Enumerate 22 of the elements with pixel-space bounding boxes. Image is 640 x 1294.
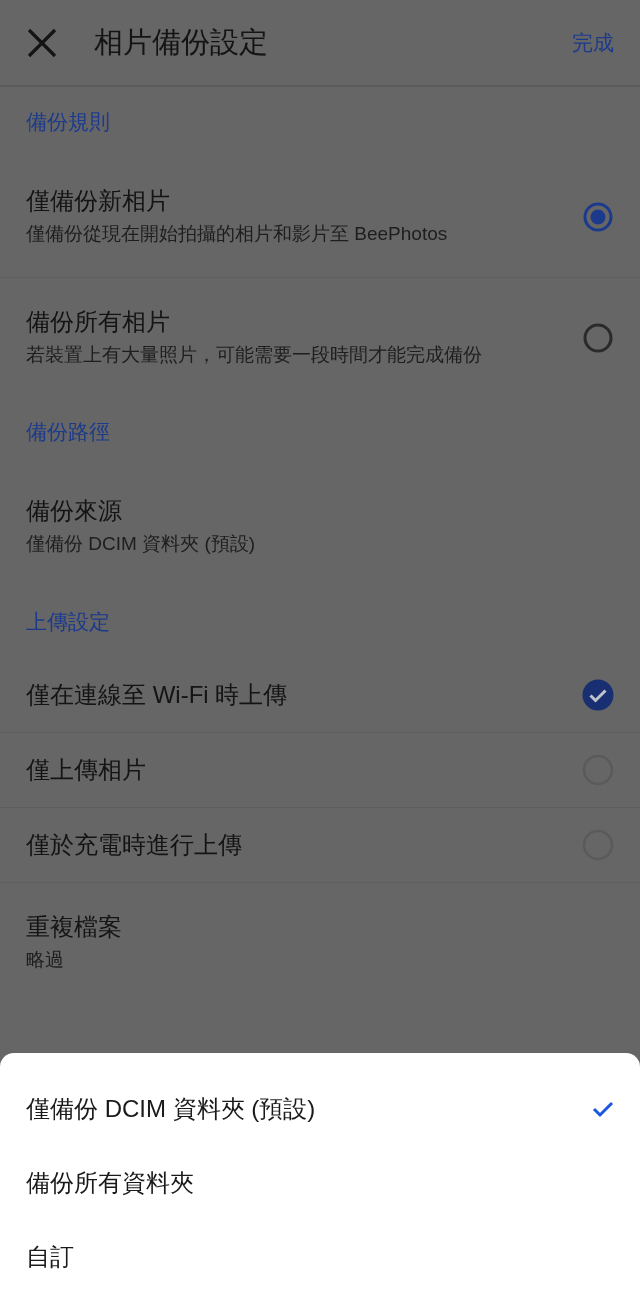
setting-title: 僅於充電時進行上傳 (26, 830, 242, 861)
section-header: 備份規則 (25, 109, 111, 136)
setting-description: 僅備份從現在開始拍攝的相片和影片至 BeePhotos (26, 222, 448, 247)
radio-button[interactable] (582, 321, 614, 354)
section-header: 備份路徑 (25, 419, 111, 446)
setting-title: 僅在連線至 Wi-Fi 時上傳 (26, 679, 288, 710)
setting-description: 僅備份 DCIM 資料夾 (預設) (26, 532, 256, 557)
setting-title: 備份來源 (26, 496, 123, 527)
section-header: 上傳設定 (25, 609, 111, 636)
setting-title: 僅上傳相片 (26, 755, 146, 786)
setting-description: 略過 (26, 947, 65, 972)
sheet-option[interactable]: 僅備份 DCIM 資料夾 (預設) (0, 1072, 640, 1146)
checkbox[interactable] (582, 678, 614, 711)
setting-title: 僅備份新相片 (26, 186, 171, 217)
sheet-option[interactable]: 自訂 (0, 1220, 640, 1294)
screen-title: 相片備份設定 (94, 24, 268, 60)
sheet-option[interactable]: 備份所有資料夾 (0, 1146, 640, 1220)
setting-title: 重複檔案 (26, 911, 122, 942)
radio-button[interactable] (582, 201, 614, 233)
setting-description: 若裝置上有大量照片，可能需要一段時間才能完成備份 (26, 342, 482, 367)
close-icon[interactable] (26, 26, 58, 59)
setting-title: 備份所有相片 (26, 306, 171, 337)
